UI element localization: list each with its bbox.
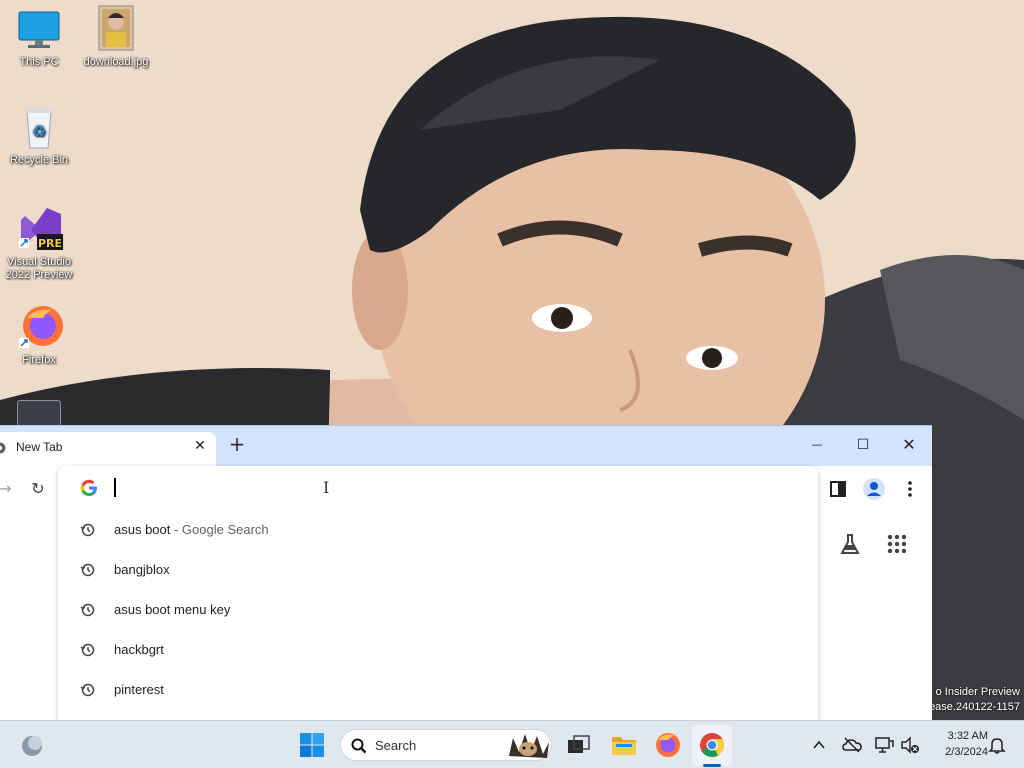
side-panel-icon[interactable] (829, 480, 847, 498)
tab-new-tab[interactable]: New Tab ✕ (0, 432, 216, 466)
history-icon (80, 563, 95, 577)
search-icon (351, 738, 367, 754)
chrome-taskbar-icon (700, 733, 724, 758)
history-icon (80, 643, 95, 657)
clock-time: 3:32 AM (947, 730, 988, 742)
volume-muted-icon[interactable] (900, 735, 920, 755)
network-icon[interactable] (874, 735, 894, 755)
windows-watermark-line2: ease.240122-1157 (929, 701, 1020, 713)
suggestion-row[interactable]: asus boot menu key (58, 590, 818, 630)
history-icon (80, 523, 95, 537)
tab-title: New Tab (16, 440, 63, 454)
history-icon (80, 603, 95, 617)
suggestion-text: bangjblox (114, 562, 170, 577)
svg-text:♻: ♻ (32, 122, 46, 141)
firefox-icon (17, 302, 63, 350)
recycle-bin-icon: ♻ (17, 106, 61, 150)
active-app-indicator (703, 764, 721, 767)
tab-strip: New Tab ✕ + — ☐ ✕ (0, 426, 932, 466)
text-caret (114, 478, 116, 497)
close-window-button[interactable]: ✕ (894, 432, 924, 458)
file-explorer-icon[interactable] (608, 729, 640, 761)
image-file-icon (94, 4, 138, 52)
desktop-icon-download-jpg[interactable]: download.jpg (77, 4, 155, 69)
suggestion-row[interactable]: hackbgrt (58, 630, 818, 670)
chrome-favicon-icon (0, 442, 6, 454)
clock-date: 2/3/2024 (945, 746, 988, 758)
desktop-icon-label: This PC (19, 56, 59, 68)
forward-button[interactable]: → (0, 478, 16, 500)
suggestion-row[interactable]: bangjblox (58, 550, 818, 590)
suggestion-row[interactable]: pinterest (58, 670, 818, 710)
desktop-icon-this-pc[interactable]: This PC (0, 8, 78, 69)
history-icon (80, 683, 95, 697)
search-label: Search (375, 738, 417, 753)
suggestion-text: asus boot menu key (114, 602, 231, 617)
desktop-icon-label: download.jpg (83, 56, 149, 68)
widgets-weather-icon[interactable] (16, 729, 48, 761)
onedrive-offline-icon[interactable] (842, 735, 862, 755)
suggestion-text: hackbgrt (114, 642, 164, 657)
search-highlight-icon (509, 734, 549, 758)
taskbar: Search 3:32 AM 2/3/2024 (0, 720, 1024, 768)
monitor-icon (17, 8, 61, 52)
firefox-taskbar-icon[interactable] (652, 729, 684, 761)
visual-studio-icon: PRE (17, 204, 63, 252)
desktop-icon-label: Visual Studio 2022 Preview (5, 256, 73, 281)
start-windows-icon[interactable] (296, 729, 328, 761)
suggestion-text: pinterest (114, 682, 164, 697)
windows-watermark-line1: o Insider Preview (935, 686, 1020, 698)
reload-button[interactable]: ↻ (27, 478, 49, 500)
omnibox-dropdown: I asus boot - Google Search bangjblox as… (58, 466, 818, 726)
desktop-icon-recycle-bin[interactable]: ♻ Recycle Bin (0, 106, 78, 167)
minimize-button[interactable]: — (802, 432, 832, 458)
desktop-icon-visual-studio[interactable]: PRE Visual Studio 2022 Preview (0, 204, 78, 282)
profile-avatar-icon[interactable] (862, 477, 886, 501)
labs-flask-icon[interactable] (838, 532, 862, 556)
google-g-icon (80, 479, 97, 496)
new-tab-button[interactable]: + (226, 433, 248, 455)
omnibox-input[interactable] (114, 474, 794, 502)
desktop-icon-label: Recycle Bin (9, 154, 69, 166)
kebab-menu-icon[interactable] (901, 479, 919, 499)
desktop-icon-firefox[interactable]: Firefox (0, 302, 78, 367)
suggestion-text: asus boot - Google Search (114, 522, 269, 537)
desktop-icon-partial[interactable] (17, 400, 61, 426)
tab-close-icon[interactable]: ✕ (192, 438, 208, 454)
google-apps-grid-icon[interactable] (887, 534, 907, 554)
chevron-up-icon[interactable] (812, 738, 826, 752)
desktop-icon-label: Firefox (22, 354, 56, 366)
svg-text:PRE: PRE (38, 237, 62, 250)
taskbar-clock[interactable]: 3:32 AM 2/3/2024 (926, 728, 988, 760)
maximize-button[interactable]: ☐ (848, 432, 878, 458)
suggestion-row[interactable]: asus boot - Google Search (58, 510, 818, 550)
task-view-icon[interactable] (562, 729, 594, 761)
mouse-ibeam-cursor: I (323, 478, 330, 497)
taskbar-search-box[interactable]: Search (340, 729, 552, 761)
notification-bell-icon[interactable] (988, 736, 1006, 754)
